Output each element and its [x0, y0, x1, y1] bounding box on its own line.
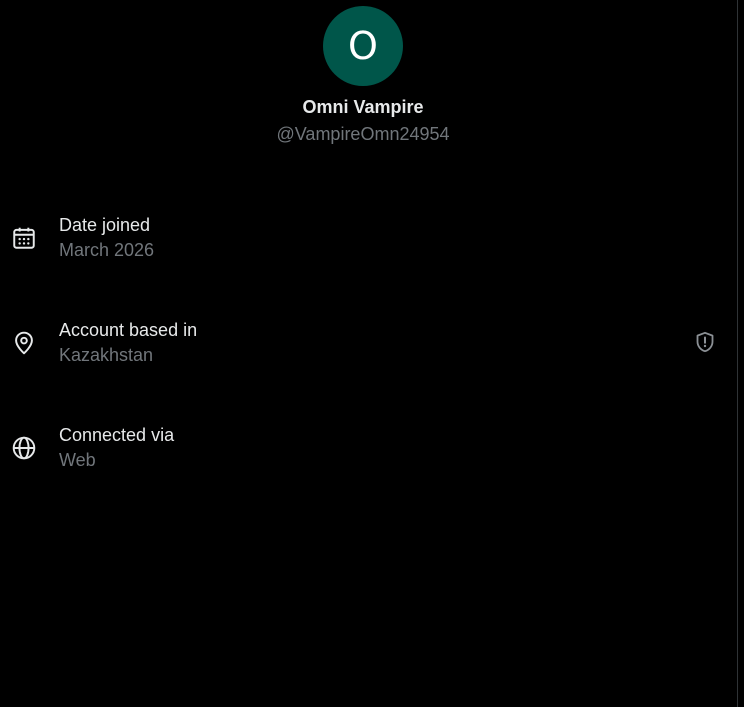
shield-alert-icon[interactable] [693, 330, 717, 354]
info-row-date-joined: Date joined March 2026 [0, 215, 737, 279]
avatar-letter: O [348, 24, 378, 68]
date-joined-value: March 2026 [59, 240, 155, 260]
display-name: Omni Vampire [302, 97, 424, 117]
info-row-connected-via: Connected via Web [0, 425, 737, 489]
account-based-in-value: Kazakhstan [59, 345, 154, 365]
info-row-account-based-in: Account based in Kazakhstan [0, 320, 737, 384]
account-based-in-label: Account based in [59, 320, 198, 340]
globe-icon [12, 436, 36, 460]
connected-via-value: Web [59, 450, 96, 470]
connected-via-label: Connected via [59, 425, 175, 445]
avatar[interactable]: O [323, 6, 403, 86]
panel-divider [737, 0, 744, 707]
about-account-panel: O Omni Vampire @VampireOmn24954 Date joi… [0, 0, 737, 707]
location-pin-icon [15, 331, 33, 355]
calendar-icon [13, 227, 35, 249]
date-joined-label: Date joined [59, 215, 151, 235]
username-handle: @VampireOmn24954 [276, 124, 450, 144]
